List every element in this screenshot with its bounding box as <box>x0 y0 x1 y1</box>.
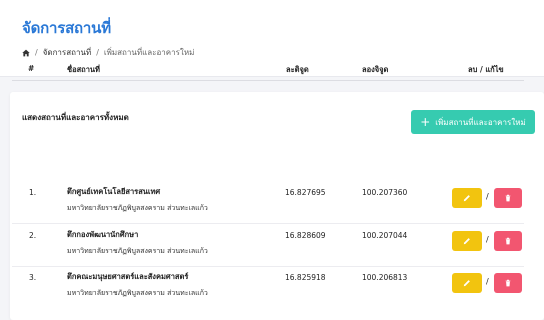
edit-button[interactable] <box>452 231 482 251</box>
column-longitude: ลองจิจูด <box>362 65 389 74</box>
place-name-cell: ตึกศูนย์เทคโนโลยีสารสนเทศ มหาวิทยาลัยราช… <box>67 186 208 214</box>
place-campus: มหาวิทยาลัยราชภัฏพิบูลสงคราม ส่วนทะเลแก้… <box>67 204 208 212</box>
pencil-icon <box>463 195 470 202</box>
place-name-cell: ตึกกองพัฒนานักศึกษา มหาวิทยาลัยราชภัฏพิบ… <box>67 229 208 257</box>
trash-icon <box>505 237 511 245</box>
latitude-value: 16.828609 <box>285 231 326 240</box>
add-place-button[interactable]: + เพิ่มสถานที่และอาคารใหม่ <box>411 110 535 134</box>
longitude-value: 100.207360 <box>362 188 408 197</box>
action-separator: / <box>486 235 489 244</box>
breadcrumb-separator: / <box>96 48 99 57</box>
column-index: # <box>28 64 35 73</box>
pencil-icon <box>463 238 470 245</box>
longitude-value: 100.207044 <box>362 231 408 240</box>
place-name: ตึกศูนย์เทคโนโลยีสารสนเทศ <box>67 187 161 196</box>
trash-icon <box>505 279 511 287</box>
longitude-value: 100.206813 <box>362 273 408 282</box>
delete-button[interactable] <box>494 231 522 251</box>
column-latitude: ละติจูด <box>286 65 309 74</box>
action-separator: / <box>486 192 489 201</box>
breadcrumb-separator: / <box>35 48 38 57</box>
place-name: ตึกคณะมนุษยศาสตร์และสังคมศาสตร์ <box>67 272 189 281</box>
place-campus: มหาวิทยาลัยราชภัฏพิบูลสงคราม ส่วนทะเลแก้… <box>67 247 208 255</box>
breadcrumb-current: เพิ่มสถานที่และอาคารใหม่ <box>103 48 195 57</box>
column-name: ชื่อสถานที่ <box>67 65 100 74</box>
table-header: # ชื่อสถานที่ ละติจูด ลองจิจูด ลบ / แก้ไ… <box>12 60 524 78</box>
plus-icon: + <box>420 115 431 129</box>
row-index: 1. <box>29 188 37 197</box>
place-name-cell: ตึกคณะมนุษยศาสตร์และสังคมศาสตร์ มหาวิทยา… <box>67 271 208 299</box>
pencil-icon <box>463 280 470 287</box>
page-title: จัดการสถานที่ <box>22 19 111 37</box>
edit-button[interactable] <box>452 273 482 293</box>
place-name: ตึกกองพัฒนานักศึกษา <box>67 230 139 239</box>
row-index: 3. <box>29 273 37 282</box>
table-row: 3. ตึกคณะมนุษยศาสตร์และสังคมศาสตร์ มหาวิ… <box>12 266 524 309</box>
column-actions: ลบ / แก้ไข <box>468 65 504 74</box>
delete-button[interactable] <box>494 273 522 293</box>
action-separator: / <box>486 277 489 286</box>
breadcrumb: / จัดการสถานที่ / เพิ่มสถานที่และอาคารให… <box>22 46 194 59</box>
delete-button[interactable] <box>494 188 522 208</box>
add-place-label: เพิ่มสถานที่และอาคารใหม่ <box>435 117 526 127</box>
card-title: แสดงสถานที่และอาคารทั้งหมด <box>22 113 129 122</box>
latitude-value: 16.825918 <box>285 273 326 282</box>
breadcrumb-link-places[interactable]: จัดการสถานที่ <box>43 46 91 59</box>
home-icon[interactable] <box>22 49 30 57</box>
table-row: 1. ตึกศูนย์เทคโนโลยีสารสนเทศ มหาวิทยาลัย… <box>12 181 524 224</box>
latitude-value: 16.827695 <box>285 188 326 197</box>
edit-button[interactable] <box>452 188 482 208</box>
trash-icon <box>505 194 511 202</box>
header-divider <box>12 80 524 81</box>
row-index: 2. <box>29 231 37 240</box>
place-campus: มหาวิทยาลัยราชภัฏพิบูลสงคราม ส่วนทะเลแก้… <box>67 289 208 297</box>
table-row: 2. ตึกกองพัฒนานักศึกษา มหาวิทยาลัยราชภัฏ… <box>12 224 524 267</box>
